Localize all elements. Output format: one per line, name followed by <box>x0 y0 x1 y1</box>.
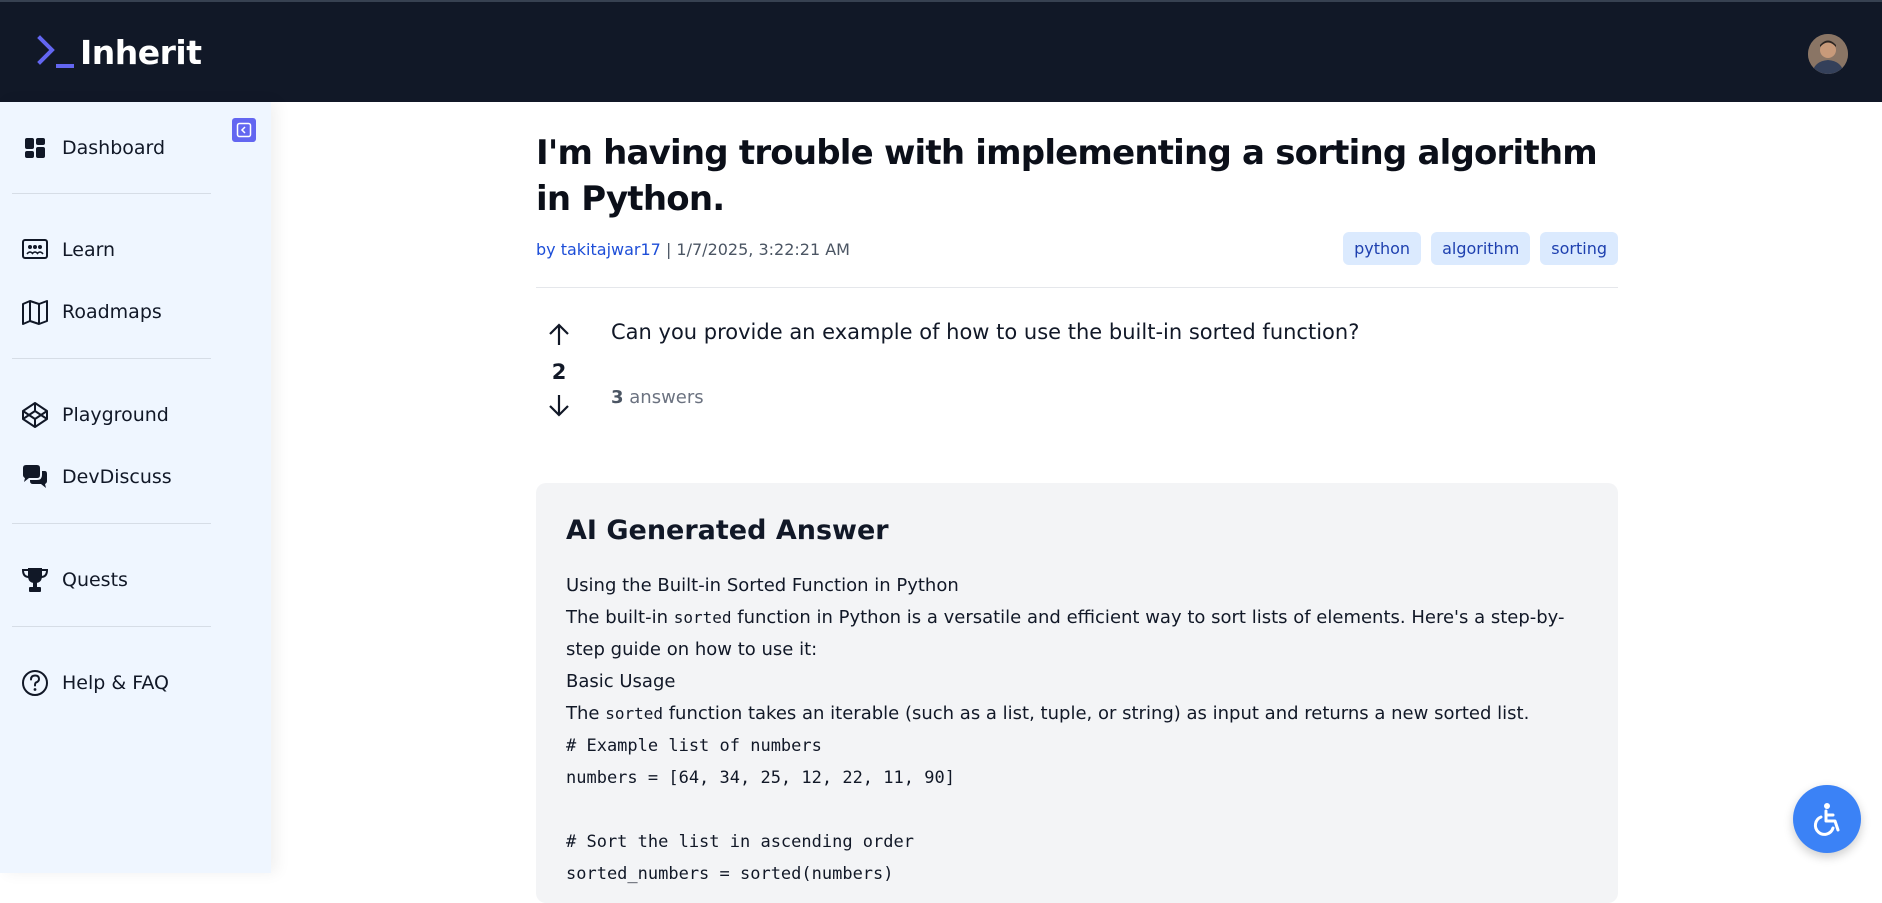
sidebar-divider <box>12 358 211 359</box>
post-meta: by takitajwar17 | 1/7/2025, 3:22:21 AM <box>536 240 850 259</box>
vote-count: 2 <box>551 360 567 384</box>
sidebar-item-devdiscuss[interactable]: DevDiscuss <box>20 460 172 494</box>
sidebar-item-help[interactable]: Help & FAQ <box>20 666 169 700</box>
sidebar: Dashboard Learn Roadmaps Playground DevD… <box>0 102 271 873</box>
avatar[interactable] <box>1808 34 1848 74</box>
code-line: # Sort the list in ascending order <box>566 832 914 852</box>
tag-algorithm[interactable]: algorithm <box>1431 232 1531 265</box>
meta-separator: | <box>660 240 677 259</box>
codepen-icon <box>22 402 48 428</box>
inline-code: sorted <box>605 704 663 723</box>
chat-bubbles-icon <box>23 465 47 488</box>
sidebar-item-roadmaps[interactable]: Roadmaps <box>20 295 162 329</box>
logo[interactable]: Inherit <box>36 32 202 72</box>
tag-python[interactable]: python <box>1343 232 1422 265</box>
sidebar-item-label: Roadmaps <box>62 301 162 323</box>
sidebar-item-label: Dashboard <box>62 137 166 159</box>
tag-list: python algorithm sorting <box>1343 232 1618 265</box>
text-span: The built-in <box>566 607 674 628</box>
wheelchair-icon <box>1813 803 1840 836</box>
sidebar-divider <box>12 193 211 194</box>
sidebar-item-playground[interactable]: Playground <box>20 398 169 432</box>
trophy-icon <box>21 568 49 592</box>
answer-count-number: 3 <box>611 387 624 408</box>
terminal-prompt-icon <box>37 35 74 68</box>
downvote-arrow-icon[interactable] <box>546 392 572 418</box>
sidebar-item-label: Quests <box>62 569 128 591</box>
code-line: sorted_numbers = sorted(numbers) <box>566 864 894 884</box>
sidebar-item-dashboard[interactable]: Dashboard <box>20 131 165 165</box>
answer-paragraph: The sorted function takes an iterable (s… <box>566 698 1588 730</box>
sidebar-divider <box>12 523 211 524</box>
chevron-left-icon <box>236 122 252 138</box>
ai-answer-title: AI Generated Answer <box>566 515 889 546</box>
sidebar-item-quests[interactable]: Quests <box>20 563 128 597</box>
code-line: # Example list of numbers <box>566 736 822 756</box>
learn-icon <box>22 239 48 259</box>
upvote-arrow-icon[interactable] <box>546 322 572 348</box>
answer-count-label: answers <box>623 387 704 408</box>
text-span: The <box>566 703 606 724</box>
inline-code: sorted <box>673 608 732 627</box>
ai-answer-card: AI Generated Answer Using the Built-in S… <box>536 483 1618 903</box>
answer-paragraph: The built-in sorted function in Python i… <box>566 602 1588 666</box>
vote-control: 2 <box>546 322 572 418</box>
answer-heading: Using the Built-in Sorted Function in Py… <box>566 575 959 596</box>
answer-count: 3 answers <box>611 387 704 408</box>
sidebar-item-label: Playground <box>62 404 169 426</box>
question-text: Can you provide an example of how to use… <box>611 320 1360 344</box>
answer-subheading: Basic Usage <box>566 671 676 692</box>
top-navbar: Inherit <box>0 0 1882 102</box>
accessibility-button[interactable] <box>1793 785 1861 853</box>
text-span: function takes an iterable (such as a li… <box>663 703 1530 724</box>
avatar-image <box>1808 34 1848 74</box>
code-line: numbers = [64, 34, 25, 12, 22, 11, 90] <box>566 768 955 788</box>
sidebar-item-label: Learn <box>62 239 116 261</box>
tag-sorting[interactable]: sorting <box>1540 232 1618 265</box>
author-link[interactable]: by takitajwar17 <box>536 240 661 259</box>
logo-text: Inherit <box>80 32 202 72</box>
sidebar-item-label: DevDiscuss <box>62 466 172 488</box>
post-timestamp: 1/7/2025, 3:22:21 AM <box>676 240 850 259</box>
divider <box>536 287 1618 288</box>
dashboard-icon <box>25 138 45 158</box>
collapse-sidebar-button[interactable] <box>232 118 256 142</box>
post-title: I'm having trouble with implementing a s… <box>536 133 1598 219</box>
help-circle-icon <box>22 670 48 696</box>
sidebar-item-label: Help & FAQ <box>62 672 170 694</box>
sidebar-item-learn[interactable]: Learn <box>20 233 115 267</box>
map-icon <box>22 300 48 325</box>
sidebar-divider <box>12 626 211 627</box>
